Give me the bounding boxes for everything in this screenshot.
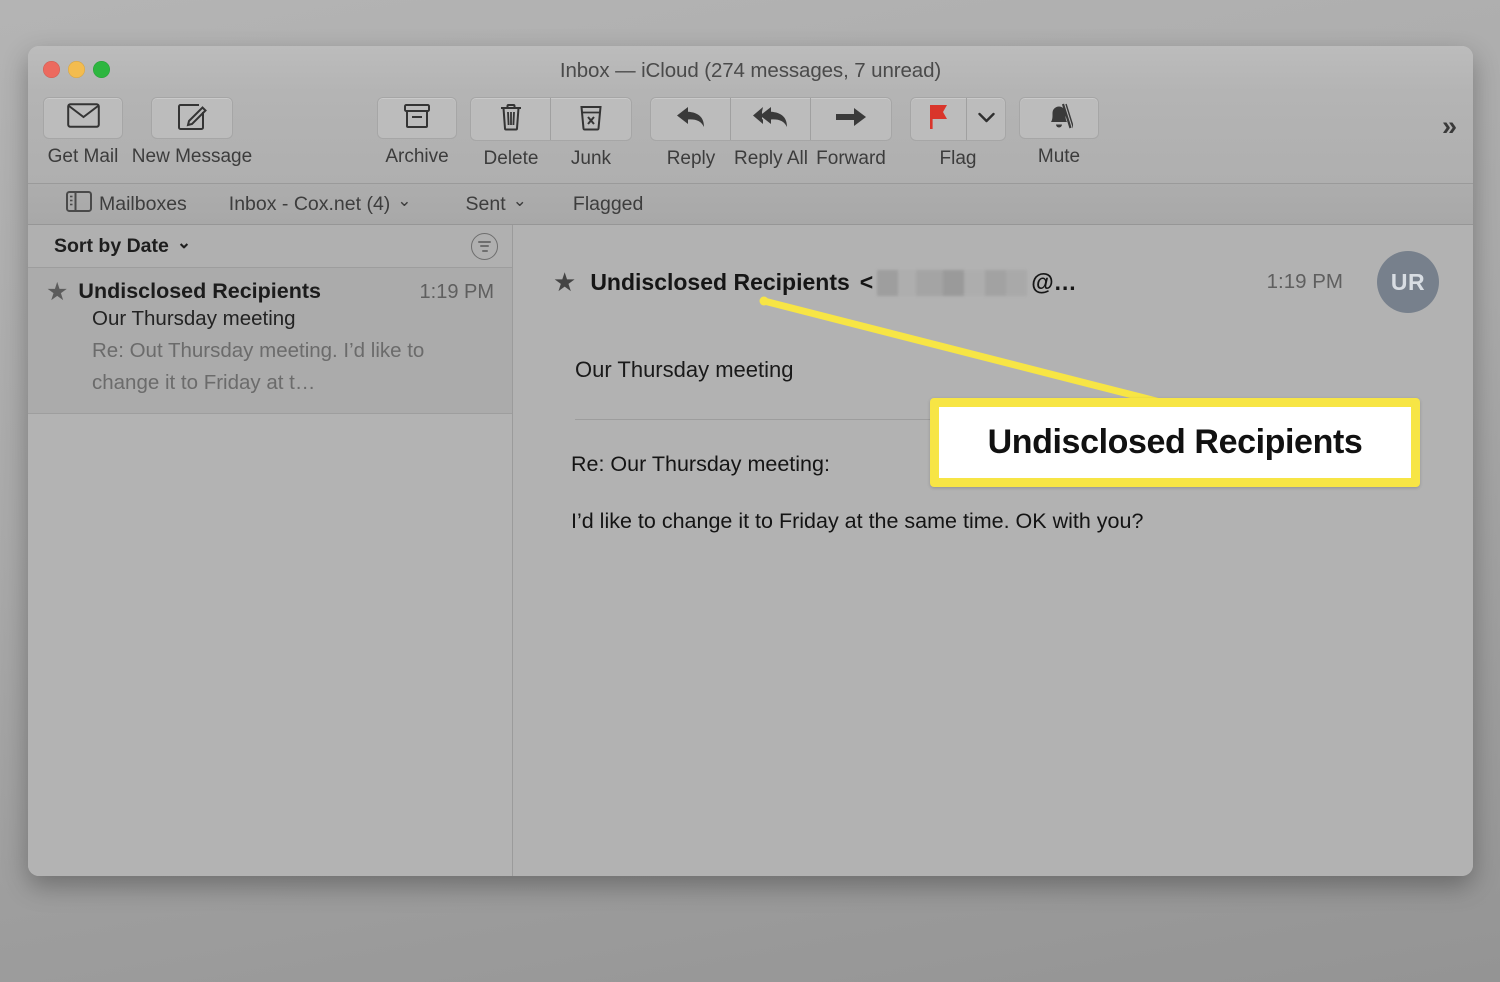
favorites-bar: Mailboxes Inbox - Cox.net (4) ⌄ Sent ⌄ F… <box>28 183 1473 225</box>
main-content: Sort by Date ⌄ ★ Undisclosed Recipients … <box>28 225 1473 876</box>
address-tail: @… <box>1031 268 1077 295</box>
mute-button[interactable]: Mute <box>1018 97 1100 168</box>
junk-label: Junk <box>570 148 612 169</box>
get-mail-button[interactable]: Get Mail <box>42 97 124 168</box>
reading-pane: ★ Undisclosed Recipients < @… 1:19 PM UR… <box>513 225 1473 876</box>
new-message-label: New Message <box>131 146 253 167</box>
reply-arrow-icon <box>674 103 708 136</box>
message-subject: Our Thursday meeting <box>92 307 296 330</box>
forward-label: Forward <box>816 148 886 169</box>
reply-segment <box>650 97 892 141</box>
chevron-down-icon: ⌄ <box>397 191 412 210</box>
filter-icon[interactable] <box>471 232 498 260</box>
mailboxes-label: Mailboxes <box>99 192 187 215</box>
chevron-down-icon: ⌄ <box>512 191 527 210</box>
sort-by-date-button[interactable]: Sort by Date ⌄ <box>54 233 192 258</box>
chevron-down-icon <box>977 110 995 128</box>
flag-icon <box>927 103 951 135</box>
toolbar: Get Mail New Message Archive Delete Junk… <box>28 93 1473 183</box>
delete-junk-group: Delete Junk <box>470 97 632 170</box>
junk-button[interactable] <box>551 98 631 140</box>
new-message-button[interactable]: New Message <box>124 97 260 168</box>
message-timestamp: 1:19 PM <box>1266 270 1343 293</box>
star-icon[interactable]: ★ <box>46 280 68 305</box>
body-line-2: I’d like to change it to Friday at the s… <box>571 509 1144 533</box>
inbox-cox-label: Inbox - Cox.net (4) <box>228 192 391 215</box>
get-mail-label: Get Mail <box>47 146 119 167</box>
toolbar-overflow-button[interactable]: » <box>1442 111 1457 142</box>
message-sender: Undisclosed Recipients <box>78 279 321 303</box>
archive-box-icon <box>403 102 431 135</box>
message-time: 1:19 PM <box>419 281 494 303</box>
sort-label: Sort by Date <box>54 234 169 257</box>
delete-junk-segment <box>470 97 632 141</box>
favorite-flagged[interactable]: Flagged <box>563 190 653 219</box>
reply-group: Reply Reply All Forward <box>650 97 892 170</box>
delete-button[interactable] <box>471 98 551 140</box>
reply-button[interactable] <box>651 98 731 140</box>
flag-menu-button[interactable] <box>967 98 1005 140</box>
reply-all-label: Reply All <box>734 148 808 169</box>
reply-all-arrow-icon <box>752 103 790 136</box>
flag-label: Flag <box>939 148 977 169</box>
archive-label: Archive <box>385 146 449 167</box>
archive-button[interactable]: Archive <box>376 97 458 168</box>
message-list-empty-area <box>28 413 512 876</box>
message-list-item[interactable]: ★ Undisclosed Recipients 1:19 PM Our Thu… <box>28 268 512 414</box>
reply-label: Reply <box>666 148 716 169</box>
callout-text: Undisclosed Recipients <box>987 423 1363 461</box>
star-icon[interactable]: ★ <box>553 269 576 295</box>
trash-icon <box>499 103 523 136</box>
reply-all-button[interactable] <box>731 98 811 140</box>
forward-button[interactable] <box>811 98 891 140</box>
flagged-label: Flagged <box>572 192 644 215</box>
mute-label: Mute <box>1037 146 1081 167</box>
sent-label: Sent <box>465 192 506 215</box>
redacted-email-address <box>877 270 1028 296</box>
junk-bin-icon <box>579 103 603 136</box>
forward-arrow-icon <box>834 105 868 134</box>
message-from: Undisclosed Recipients < @… <box>590 268 1077 296</box>
compose-icon <box>177 101 207 136</box>
message-subject-heading: Our Thursday meeting <box>575 357 794 382</box>
message-list-pane: Sort by Date ⌄ ★ Undisclosed Recipients … <box>28 225 513 876</box>
envelope-icon <box>66 103 100 133</box>
flag-segment <box>910 97 1006 141</box>
window-title: Inbox — iCloud (274 messages, 7 unread) <box>559 59 942 82</box>
avatar: UR <box>1377 251 1439 313</box>
from-name: Undisclosed Recipients <box>590 268 850 295</box>
message-header: ★ Undisclosed Recipients < @… 1:19 PM UR <box>513 251 1473 313</box>
bell-slash-icon <box>1045 101 1075 136</box>
callout-box: Undisclosed Recipients <box>930 398 1420 487</box>
flag-group: Flag <box>910 97 1006 170</box>
sidebar-toggle-icon <box>66 190 92 218</box>
favorite-sent[interactable]: Sent ⌄ <box>456 190 537 219</box>
address-bracket-open: < <box>859 268 874 295</box>
window-titlebar: Inbox — iCloud (274 messages, 7 unread) <box>28 46 1473 93</box>
favorite-inbox-cox[interactable]: Inbox - Cox.net (4) ⌄ <box>219 190 422 219</box>
chevron-down-icon: ⌄ <box>176 233 192 252</box>
sidebar-toggle-button[interactable]: Mailboxes <box>56 188 197 221</box>
delete-label: Delete <box>483 148 539 169</box>
flag-button[interactable] <box>911 98 967 140</box>
sort-bar: Sort by Date ⌄ <box>28 225 512 268</box>
callout-inner: Undisclosed Recipients <box>939 407 1411 478</box>
message-preview: Re: Out Thursday meeting. I’d like to ch… <box>92 339 425 394</box>
